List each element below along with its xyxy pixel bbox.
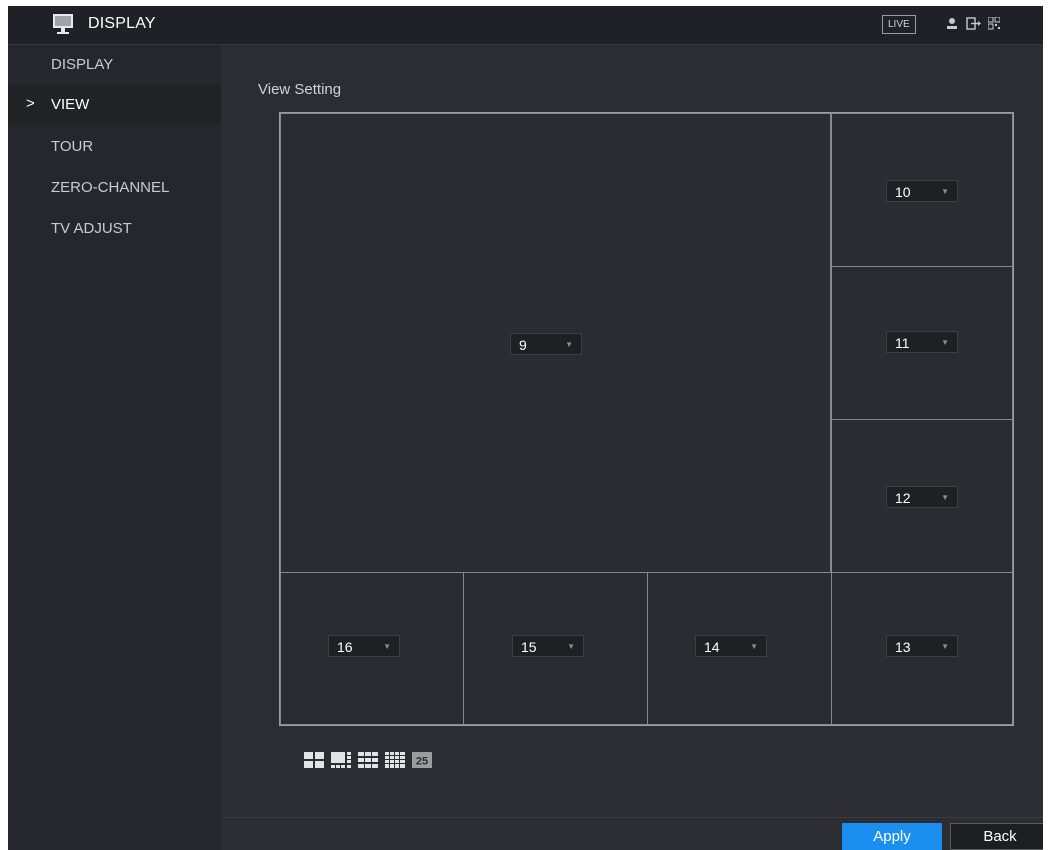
sidebar-item-view[interactable]: > VIEW [8, 85, 221, 125]
view-cell[interactable]: 16 ▼ [280, 572, 464, 725]
channel-select[interactable]: 10 ▼ [886, 180, 958, 202]
view-cell[interactable]: 11 ▼ [831, 266, 1013, 420]
sidebar-item-display[interactable]: DISPLAY [8, 45, 221, 85]
channel-select[interactable]: 16 ▼ [328, 635, 400, 657]
channel-value: 13 [895, 639, 911, 655]
back-button[interactable]: Back [950, 823, 1043, 850]
live-button[interactable]: LIVE [882, 15, 916, 34]
split-25-label: 25 [416, 756, 428, 768]
chevron-down-icon: ▼ [941, 493, 949, 502]
chevron-down-icon: ▼ [941, 642, 949, 651]
view-cell[interactable]: 10 ▼ [831, 113, 1013, 267]
channel-value: 16 [337, 639, 353, 655]
split-16-icon[interactable] [385, 752, 405, 768]
channel-select[interactable]: 14 ▼ [695, 635, 767, 657]
view-cell[interactable]: 12 ▼ [831, 419, 1013, 573]
chevron-down-icon: ▼ [567, 642, 575, 651]
channel-value: 14 [704, 639, 720, 655]
chevron-down-icon: ▼ [941, 338, 949, 347]
chevron-down-icon: ▼ [750, 642, 758, 651]
logout-icon[interactable] [966, 17, 984, 30]
footer-divider [222, 817, 1043, 818]
monitor-icon [53, 14, 73, 34]
view-cell[interactable]: 14 ▼ [647, 572, 832, 725]
split-8-icon[interactable] [331, 752, 351, 768]
channel-value: 12 [895, 490, 911, 506]
view-cell[interactable]: 13 ▼ [831, 572, 1013, 725]
sidebar-item-label: DISPLAY [51, 56, 114, 73]
apply-button[interactable]: Apply [842, 823, 942, 850]
channel-select[interactable]: 9 ▼ [510, 333, 582, 355]
sidebar-item-label: VIEW [51, 96, 90, 113]
chevron-down-icon: ▼ [941, 187, 949, 196]
channel-select[interactable]: 15 ▼ [512, 635, 584, 657]
chevron-down-icon: ▼ [383, 642, 391, 651]
user-icon[interactable] [946, 17, 958, 30]
sidebar-item-tour[interactable]: TOUR [8, 127, 221, 167]
sidebar-item-tv-adjust[interactable]: TV ADJUST [8, 209, 221, 249]
view-layout-grid: 9 ▼ 10 ▼ 11 ▼ 12 ▼ 16 ▼ 15 ▼ 14 ▼ 13 ▼ [279, 112, 1014, 726]
main-content: View Setting 9 ▼ 10 ▼ 11 ▼ 12 ▼ 16 ▼ 15 … [222, 45, 1043, 850]
qr-code-icon[interactable] [988, 17, 1000, 30]
view-cell[interactable]: 15 ▼ [463, 572, 648, 725]
chevron-right-icon: > [26, 95, 35, 112]
channel-select[interactable]: 12 ▼ [886, 486, 958, 508]
app-window: DISPLAY LIVE DISPLAY > VIEW TOUR ZERO-CH… [8, 6, 1043, 850]
channel-value: 9 [519, 337, 527, 353]
sidebar-item-label: TV ADJUST [51, 220, 132, 237]
page-title: DISPLAY [88, 15, 156, 32]
split-4-icon[interactable] [304, 752, 324, 768]
channel-select[interactable]: 13 ▼ [886, 635, 958, 657]
channel-select[interactable]: 11 ▼ [886, 331, 958, 353]
channel-value: 11 [895, 335, 910, 351]
sidebar: DISPLAY > VIEW TOUR ZERO-CHANNEL TV ADJU… [8, 45, 221, 850]
split-9-icon[interactable] [358, 752, 378, 768]
section-title: View Setting [258, 81, 342, 98]
title-bar: DISPLAY LIVE [8, 6, 1043, 45]
split-25-icon[interactable]: 25 [412, 752, 432, 768]
sidebar-item-label: TOUR [51, 138, 94, 155]
view-cell-large[interactable]: 9 ▼ [280, 113, 831, 573]
channel-value: 15 [521, 639, 537, 655]
sidebar-item-zero-channel[interactable]: ZERO-CHANNEL [8, 168, 221, 208]
channel-value: 10 [895, 184, 911, 200]
chevron-down-icon: ▼ [565, 340, 573, 349]
sidebar-item-label: ZERO-CHANNEL [51, 179, 170, 196]
